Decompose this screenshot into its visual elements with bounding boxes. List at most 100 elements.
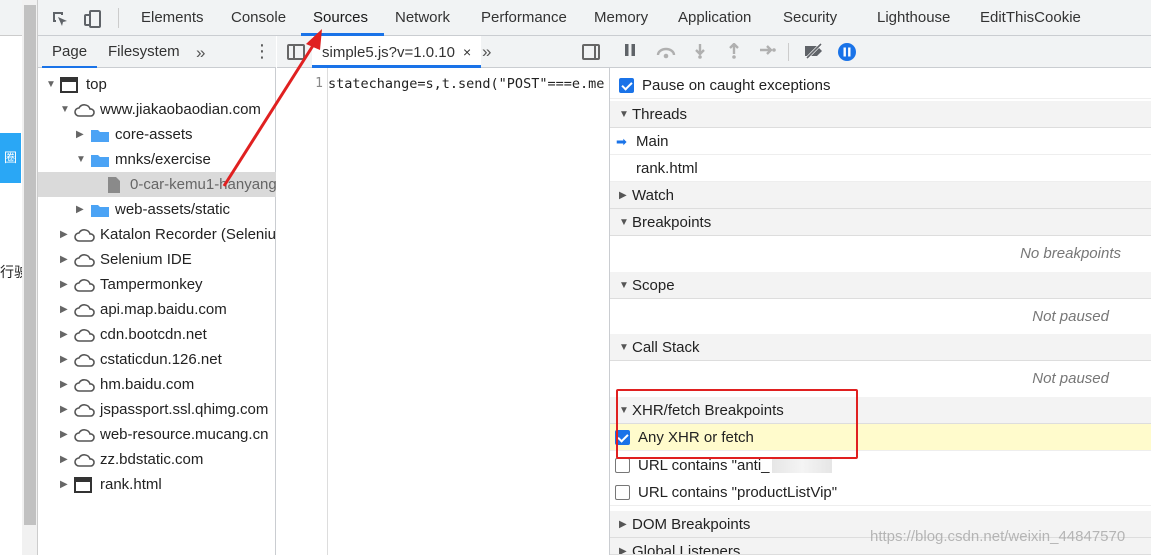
step-into-icon[interactable] <box>690 43 710 61</box>
more-tabs-icon[interactable]: » <box>196 43 205 63</box>
toggle-debugger-icon[interactable] <box>582 44 600 60</box>
xhr-url-product-row[interactable]: URL contains "productListVip" <box>610 479 1151 506</box>
tree-item-domain[interactable]: ▶ zz.bdstatic.com <box>38 447 276 472</box>
tab-application[interactable]: Application <box>676 0 753 36</box>
tree-item-domain[interactable]: ▶ hm.baidu.com <box>38 372 276 397</box>
pause-on-exceptions-icon[interactable] <box>838 43 856 61</box>
deactivate-breakpoints-icon[interactable] <box>802 42 826 61</box>
watch-title: Watch <box>632 187 674 204</box>
call-stack-title: Call Stack <box>632 339 700 356</box>
tree-item-label: Katalon Recorder (Selenium <box>100 226 276 243</box>
cloud-icon <box>74 426 95 443</box>
call-stack-header[interactable]: ▼ Call Stack <box>610 334 1151 361</box>
tab-performance[interactable]: Performance <box>479 0 569 36</box>
scope-empty: Not paused <box>1032 308 1109 325</box>
line-number[interactable]: 1 <box>315 76 323 91</box>
cloud-icon <box>74 326 95 343</box>
threads-header[interactable]: ▼ Threads <box>610 101 1151 128</box>
tree-item-domain[interactable]: ▶ Katalon Recorder (Selenium <box>38 222 276 247</box>
xhr-url-product-checkbox[interactable] <box>615 485 630 500</box>
page-scrollbar[interactable] <box>22 0 38 555</box>
scope-header[interactable]: ▼ Scope <box>610 272 1151 299</box>
folder-icon <box>90 201 110 218</box>
cloud-icon <box>74 401 95 418</box>
editor-file-tab[interactable]: simple5.js?v=1.0.10 × <box>312 36 482 68</box>
pause-on-caught-checkbox[interactable] <box>619 78 634 93</box>
navigator-panel: Page Filesystem » ⋮ ▼ top ▼ www.jiakaoba… <box>38 36 276 555</box>
tree-item-domain[interactable]: ▶ Tampermonkey <box>38 272 276 297</box>
step-icon[interactable] <box>757 43 777 61</box>
tab-elements[interactable]: Elements <box>139 0 206 36</box>
pause-on-caught-label: Pause on caught exceptions <box>642 77 831 94</box>
tree-item-label: cstaticdun.126.net <box>100 351 222 368</box>
breakpoints-empty: No breakpoints <box>1020 245 1121 262</box>
line-gutter: 1 <box>277 68 328 555</box>
tree-item-domain[interactable]: ▼ www.jiakaobaodian.com <box>38 97 276 122</box>
global-listeners-title: Global Listeners <box>632 543 741 555</box>
editor-panel: simple5.js?v=1.0.10 × » 1 statechange=s,t… <box>277 36 610 555</box>
tree-item-label: zz.bdstatic.com <box>100 451 204 468</box>
threads-title: Threads <box>632 106 688 123</box>
tree-item-domain[interactable]: ▶ cstaticdun.126.net <box>38 347 276 372</box>
tab-editthiscookie[interactable]: EditThisCookie <box>978 0 1083 36</box>
xhr-url-anti-checkbox[interactable] <box>615 458 630 473</box>
cloud-icon <box>74 376 95 393</box>
tree-item-frame[interactable]: ▶ rank.html <box>38 472 276 497</box>
step-over-icon[interactable] <box>654 43 678 61</box>
page-blue-tab[interactable]: 圈 <box>0 133 21 183</box>
more-tabs-icon[interactable]: » <box>482 42 491 62</box>
nav-tab-page[interactable]: Page <box>41 36 98 68</box>
cloud-icon <box>74 226 95 243</box>
breakpoints-title: Breakpoints <box>632 214 712 231</box>
close-icon[interactable]: × <box>463 44 471 60</box>
page-scrollbar-thumb[interactable] <box>24 5 36 525</box>
navigator-menu-icon[interactable]: ⋮ <box>253 42 271 60</box>
nav-tab-filesystem[interactable]: Filesystem <box>108 36 180 68</box>
tab-security[interactable]: Security <box>781 0 839 36</box>
tree-item-domain[interactable]: ▶ jspassport.ssl.qhimg.com <box>38 397 276 422</box>
toggle-navigator-icon[interactable] <box>287 44 305 60</box>
tab-network[interactable]: Network <box>393 0 452 36</box>
tab-memory[interactable]: Memory <box>592 0 650 36</box>
folder-icon <box>90 126 110 143</box>
pause-on-caught-row[interactable]: Pause on caught exceptions <box>610 72 1151 99</box>
breakpoints-header[interactable]: ▼ Breakpoints <box>610 209 1151 236</box>
tab-lighthouse[interactable]: Lighthouse <box>875 0 952 36</box>
watch-header[interactable]: ▶ Watch <box>610 182 1151 209</box>
pause-icon[interactable] <box>620 43 640 61</box>
tree-item-folder[interactable]: ▶ core-assets <box>38 122 276 147</box>
file-tab-label: simple5.js?v=1.0.10 <box>322 44 455 61</box>
tree-item-label: web-resource.mucang.cn <box>100 426 269 443</box>
thread-main[interactable]: ➡ Main <box>610 128 1151 155</box>
xhr-item-label: URL contains "productListVip" <box>638 484 838 501</box>
page-strip: 圈 行驶 <box>0 0 22 555</box>
tab-sources[interactable]: Sources <box>300 0 385 36</box>
device-toolbar-icon[interactable] <box>83 9 103 29</box>
tree-item-label: top <box>86 76 107 93</box>
thread-label: Main <box>636 133 669 150</box>
code-line[interactable]: statechange=s,t.send("POST"===e.me <box>328 76 610 92</box>
tree-item-top[interactable]: ▼ top <box>38 72 276 97</box>
tree-item-folder[interactable]: ▼ mnks/exercise <box>38 147 276 172</box>
frame-icon <box>74 476 94 493</box>
tree-item-domain[interactable]: ▶ web-resource.mucang.cn <box>38 422 276 447</box>
tree-item-label: www.jiakaobaodian.com <box>100 101 261 118</box>
tree-item-label: cdn.bootcdn.net <box>100 326 207 343</box>
tree-item-domain[interactable]: ▶ Selenium IDE <box>38 247 276 272</box>
step-out-icon[interactable] <box>724 42 744 61</box>
cloud-icon <box>74 101 95 118</box>
dom-breakpoints-title: DOM Breakpoints <box>632 516 751 533</box>
tree-item-folder[interactable]: ▶ web-assets/static <box>38 197 276 222</box>
tab-console[interactable]: Console <box>229 0 288 36</box>
current-thread-icon: ➡ <box>616 134 627 149</box>
folder-icon <box>90 151 110 168</box>
tree-item-domain[interactable]: ▶ cdn.bootcdn.net <box>38 322 276 347</box>
debugger-sidebar: Pause on caught exceptions ▼ Threads ➡ Ma… <box>610 36 1151 555</box>
thread-rank[interactable]: rank.html <box>610 155 1151 182</box>
tree-item-domain[interactable]: ▶ api.map.baidu.com <box>38 297 276 322</box>
cloud-icon <box>74 351 95 368</box>
inspect-element-icon[interactable] <box>50 9 70 29</box>
tree-item-file-selected[interactable]: 0-car-kemu1-hanyang <box>38 172 276 197</box>
watermark: https://blog.csdn.net/weixin_44847570 <box>870 528 1126 545</box>
redacted-text <box>771 459 832 474</box>
